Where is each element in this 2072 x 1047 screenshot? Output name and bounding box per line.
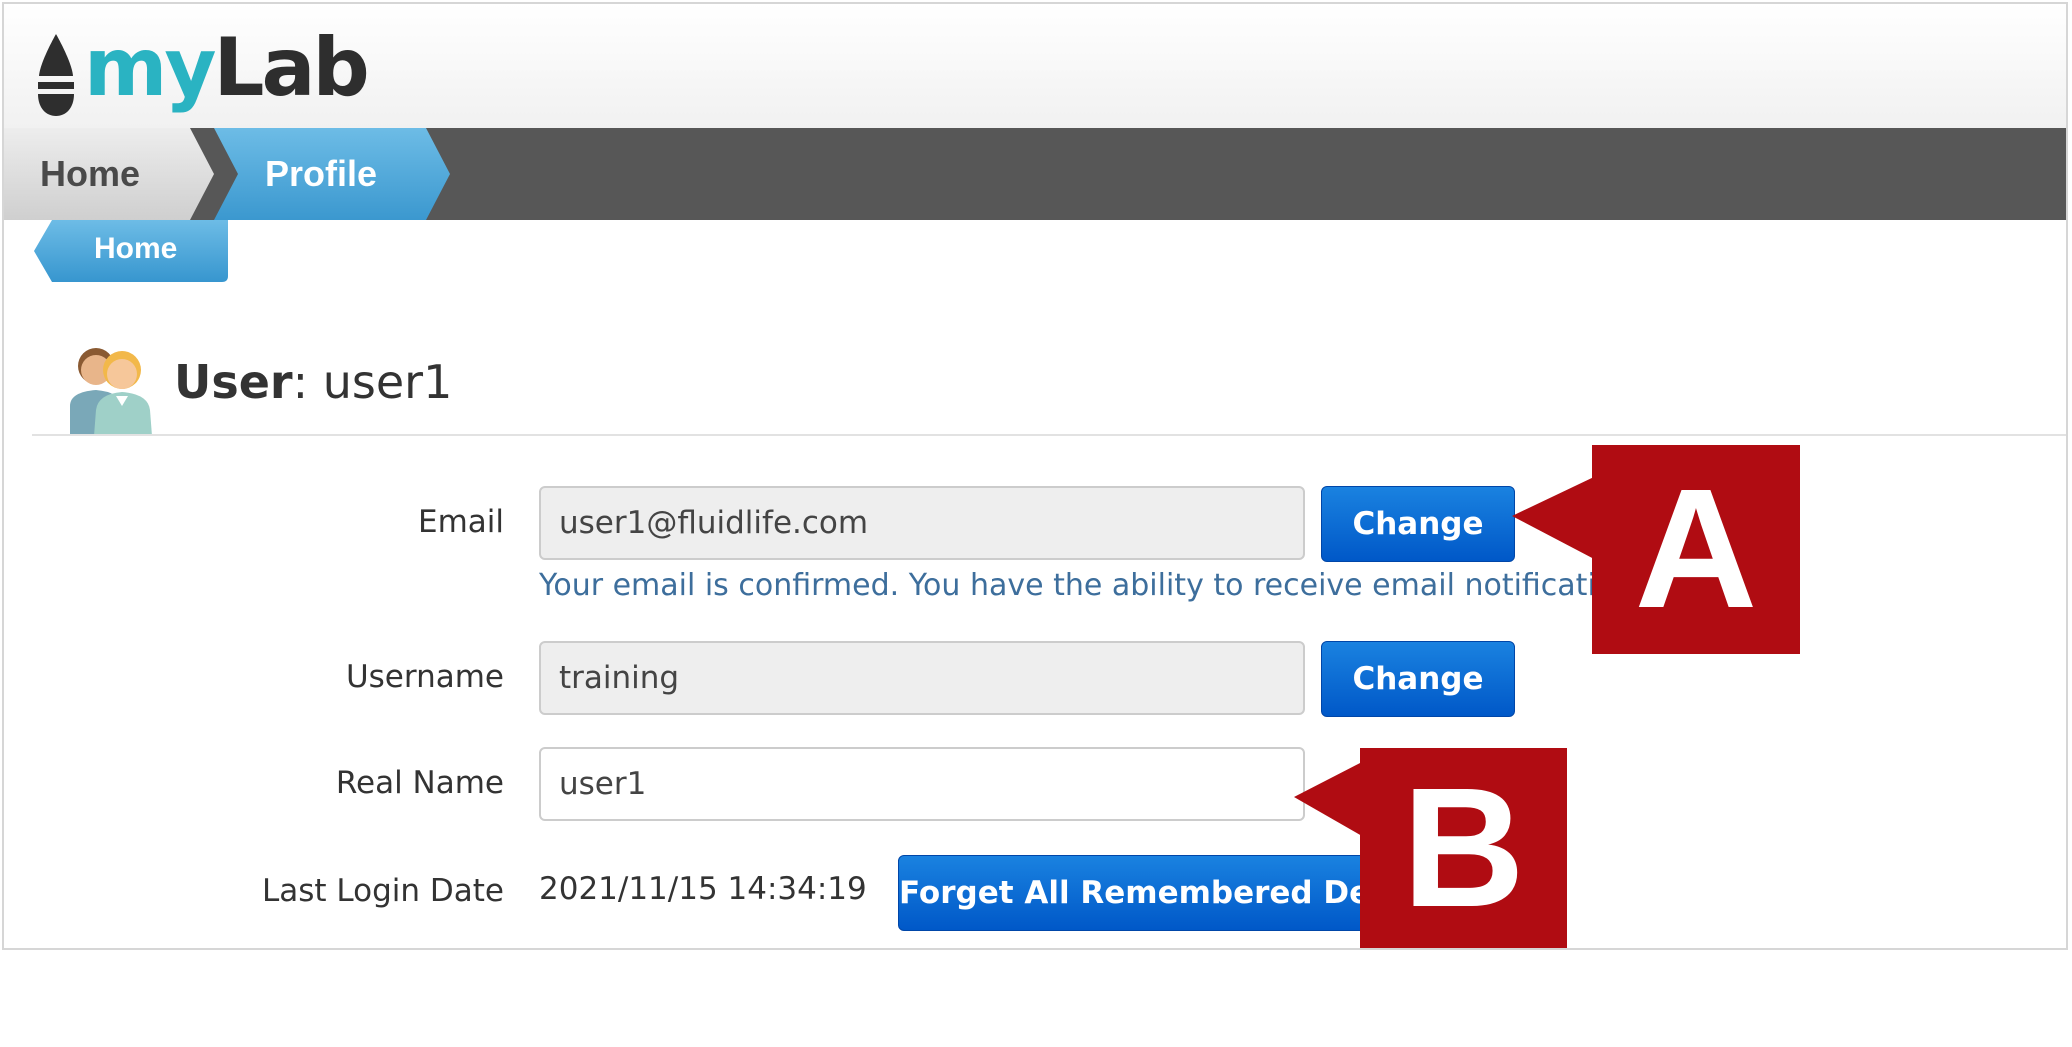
- mylab-logo[interactable]: my Lab: [34, 18, 370, 118]
- breadcrumb-nav-bar: Home Profile: [4, 128, 2066, 220]
- username-label: Username: [345, 659, 504, 695]
- real-name-field[interactable]: [539, 747, 1305, 821]
- title-divider: [32, 434, 2066, 436]
- page-title: User: user1: [174, 354, 452, 410]
- nav-tab-home[interactable]: Home: [4, 128, 214, 220]
- callout-a-letter: A: [1634, 454, 1758, 644]
- callout-a-pointer: [1512, 476, 1596, 560]
- email-confirmed-message: Your email is confirmed. You have the ab…: [539, 568, 1659, 603]
- nav-tab-home-label: Home: [40, 153, 141, 194]
- page-title-username: user1: [322, 355, 453, 409]
- back-home-button[interactable]: Home: [34, 220, 232, 286]
- change-username-button[interactable]: Change: [1321, 641, 1515, 717]
- page-title-key: User: [174, 355, 293, 409]
- callout-b: B: [1360, 748, 1567, 948]
- username-field[interactable]: [539, 641, 1305, 715]
- app-window: my Lab Home Profile Home User: user1 Ema…: [2, 2, 2068, 950]
- real-name-label: Real Name: [335, 765, 504, 801]
- callout-b-pointer: [1294, 762, 1362, 836]
- callout-b-letter: B: [1402, 753, 1525, 943]
- nav-tab-profile-label: Profile: [265, 153, 378, 194]
- callout-a: A: [1592, 445, 1800, 654]
- drop-logo-icon: [38, 34, 74, 116]
- last-login-label: Last Login Date: [261, 873, 504, 909]
- page-title-separator: :: [292, 355, 323, 409]
- change-email-button[interactable]: Change: [1321, 486, 1515, 562]
- users-avatar-icon: [62, 336, 162, 436]
- back-home-label: Home: [94, 232, 178, 265]
- logo-text-my: my: [84, 21, 217, 114]
- last-login-value: 2021/11/15 14:34:19: [539, 871, 867, 907]
- app-header: my Lab: [4, 4, 2066, 128]
- logo-text-lab: Lab: [213, 21, 370, 114]
- email-field[interactable]: [539, 486, 1305, 560]
- nav-tab-profile[interactable]: Profile: [190, 128, 450, 220]
- email-label: Email: [417, 504, 504, 540]
